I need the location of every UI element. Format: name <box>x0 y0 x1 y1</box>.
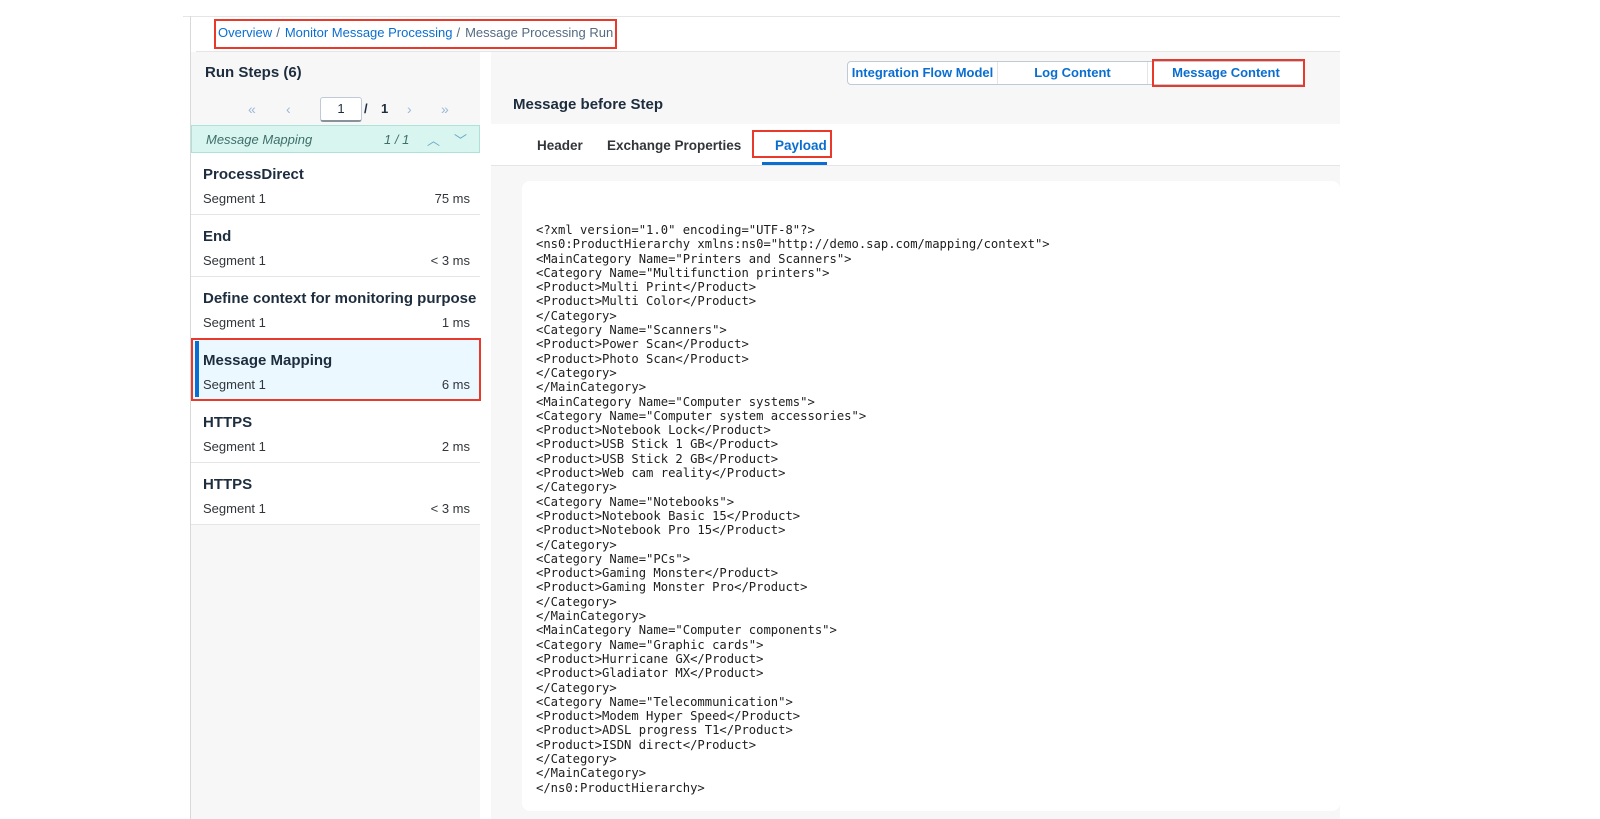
breadcrumb-separator: / <box>276 25 280 40</box>
run-steps-list: ProcessDirect Segment 1 75 ms End Segmen… <box>191 153 480 525</box>
step-duration: 75 ms <box>434 191 470 206</box>
message-content-button[interactable]: Message Content <box>1148 62 1304 84</box>
step-name: ProcessDirect <box>203 166 304 183</box>
step-segment: Segment 1 <box>203 315 266 330</box>
previous-page-icon[interactable]: ‹ <box>286 101 291 117</box>
breadcrumb-current: Message Processing Run <box>465 25 614 40</box>
payload-text: <?xml version="1.0" encoding="UTF-8"?> <… <box>536 223 1050 795</box>
tab-exchange-properties[interactable]: Exchange Properties <box>607 138 741 153</box>
breadcrumb-monitor-link[interactable]: Monitor Message Processing <box>285 25 453 40</box>
pager: « ‹ 1 / 1 › » <box>191 97 480 127</box>
log-content-button[interactable]: Log Content <box>998 62 1148 84</box>
last-page-icon[interactable]: » <box>441 101 449 117</box>
breadcrumb-overview-link[interactable]: Overview <box>218 25 272 40</box>
step-duration: < 3 ms <box>430 253 470 268</box>
step-name: HTTPS <box>203 414 253 431</box>
run-steps-title: Run Steps (6) <box>205 64 302 81</box>
chevron-down-icon[interactable]: ﹀ <box>454 130 467 149</box>
step-filter-bar: Message Mapping 1 / 1 ︿ ﹀ <box>191 125 480 153</box>
step-segment: Segment 1 <box>203 377 266 392</box>
payload-area: <?xml version="1.0" encoding="UTF-8"?> <… <box>491 166 1340 819</box>
breadcrumb-bar: Overview / Monitor Message Processing / … <box>196 17 1340 52</box>
message-tabs: Header Exchange Properties Payload <box>491 124 1340 166</box>
step-name: Message Mapping <box>203 352 333 369</box>
chevron-up-icon[interactable]: ︿ <box>427 130 440 149</box>
first-page-icon[interactable]: « <box>248 101 256 117</box>
page-separator: / <box>364 101 368 116</box>
page-total: 1 <box>381 101 389 116</box>
payload-viewer[interactable]: <?xml version="1.0" encoding="UTF-8"?> <… <box>522 181 1340 811</box>
tab-header[interactable]: Header <box>537 138 583 153</box>
step-duration: < 3 ms <box>430 501 470 516</box>
list-item[interactable]: ProcessDirect Segment 1 75 ms <box>191 153 480 215</box>
step-segment: Segment 1 <box>203 253 266 268</box>
step-segment: Segment 1 <box>203 191 266 206</box>
step-duration: 2 ms <box>441 439 470 454</box>
tab-payload[interactable]: Payload <box>775 138 827 153</box>
list-item-selected[interactable]: Message Mapping Segment 1 6 ms <box>191 339 480 401</box>
next-page-icon[interactable]: › <box>407 101 412 117</box>
page-number-input[interactable]: 1 <box>320 97 362 122</box>
run-steps-panel: Run Steps (6) « ‹ 1 / 1 › » Message Mapp… <box>191 52 480 819</box>
message-content-panel: Integration Flow Model Log Content Messa… <box>491 52 1340 819</box>
list-item[interactable]: End Segment 1 < 3 ms <box>191 215 480 277</box>
step-name: HTTPS <box>203 476 253 493</box>
view-segmented-button: Integration Flow Model Log Content Messa… <box>847 61 1305 85</box>
step-segment: Segment 1 <box>203 501 266 516</box>
breadcrumb: Overview / Monitor Message Processing / … <box>218 25 613 40</box>
step-duration: 6 ms <box>441 377 470 392</box>
list-item[interactable]: HTTPS Segment 1 2 ms <box>191 401 480 463</box>
filter-label: Message Mapping <box>206 132 313 147</box>
active-tab-indicator <box>762 162 827 165</box>
step-segment: Segment 1 <box>203 439 266 454</box>
breadcrumb-separator: / <box>456 25 461 40</box>
integration-flow-model-button[interactable]: Integration Flow Model <box>848 62 998 84</box>
list-item[interactable]: Define context for monitoring purpose Se… <box>191 277 480 339</box>
step-name: End <box>203 228 232 245</box>
step-name: Define context for monitoring purpose <box>203 290 477 307</box>
section-title: Message before Step <box>513 96 664 113</box>
step-duration: 1 ms <box>441 315 470 330</box>
filter-count: 1 / 1 <box>384 132 410 147</box>
list-item[interactable]: HTTPS Segment 1 < 3 ms <box>191 463 480 525</box>
